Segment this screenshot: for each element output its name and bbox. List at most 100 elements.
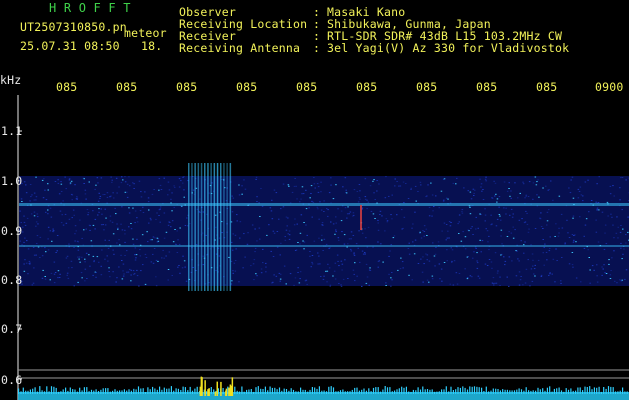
noise-speck	[104, 224, 107, 226]
level-spike	[250, 389, 252, 394]
noise-speck	[99, 195, 102, 197]
noise-speck	[500, 219, 502, 221]
noise-speck	[340, 284, 342, 286]
noise-speck	[178, 243, 181, 245]
noise-speck	[445, 197, 448, 199]
noise-speck	[482, 199, 485, 200]
noise-speck	[133, 273, 135, 275]
level-spike	[619, 390, 621, 394]
level-spike	[558, 387, 560, 394]
noise-speck	[130, 223, 132, 224]
noise-speck	[391, 279, 393, 281]
noise-speck	[393, 235, 396, 237]
noise-speck	[296, 223, 298, 225]
noise-speck	[330, 184, 332, 186]
noise-speck	[335, 229, 337, 231]
noise-speck	[496, 218, 499, 220]
noise-speck	[276, 231, 279, 232]
noise-speck	[572, 241, 575, 243]
noise-speck	[486, 265, 489, 266]
noise-speck	[471, 276, 473, 278]
noise-speck	[534, 275, 536, 277]
noise-speck	[124, 233, 126, 235]
meteor-streak	[226, 163, 228, 291]
noise-speck	[494, 195, 496, 197]
noise-speck	[39, 257, 41, 258]
level-spike	[53, 386, 55, 394]
level-spike	[32, 388, 34, 394]
noise-speck	[334, 278, 337, 280]
noise-speck	[518, 271, 521, 273]
noise-speck	[447, 198, 449, 200]
level-spike	[523, 390, 525, 394]
noise-speck	[485, 228, 487, 230]
noise-speck	[275, 192, 278, 194]
noise-speck	[107, 247, 110, 249]
noise-speck	[77, 256, 79, 258]
level-spike	[417, 387, 419, 394]
noise-speck	[597, 241, 600, 243]
noise-speck	[474, 189, 476, 191]
noise-speck	[388, 255, 390, 257]
noise-speck	[425, 228, 428, 230]
noise-speck	[601, 274, 603, 276]
noise-speck	[29, 184, 32, 185]
noise-speck	[391, 194, 393, 196]
noise-speck	[294, 250, 297, 251]
noise-speck	[265, 266, 267, 268]
noise-speck	[350, 231, 353, 233]
noise-speck	[255, 176, 258, 178]
noise-speck	[423, 225, 426, 227]
level-spike	[79, 387, 81, 394]
level-spike	[290, 388, 292, 394]
noise-speck	[312, 201, 315, 203]
noise-speck	[458, 221, 460, 223]
noise-speck	[577, 197, 580, 199]
level-spike	[123, 389, 125, 394]
noise-speck	[330, 177, 332, 179]
noise-speck	[396, 214, 398, 216]
level-spike	[476, 386, 478, 394]
noise-speck	[543, 264, 545, 266]
noise-speck	[609, 274, 612, 276]
noise-speck	[36, 235, 39, 237]
level-spike	[577, 387, 579, 394]
noise-speck	[491, 267, 493, 269]
noise-speck	[548, 250, 551, 252]
noise-speck	[301, 193, 303, 195]
noise-speck	[86, 209, 89, 210]
noise-speck	[427, 184, 429, 186]
noise-speck	[527, 259, 529, 261]
noise-speck	[231, 280, 233, 282]
level-spike	[58, 391, 60, 394]
noise-speck	[491, 197, 493, 199]
noise-speck	[101, 249, 103, 251]
level-spike	[596, 387, 598, 394]
noise-speck	[124, 181, 127, 183]
level-spike	[60, 391, 62, 394]
noise-speck	[156, 237, 159, 239]
noise-speck	[382, 261, 384, 263]
noise-speck	[168, 251, 171, 253]
noise-speck	[587, 179, 589, 181]
level-spike	[433, 391, 436, 394]
noise-speck	[269, 207, 272, 209]
noise-speck	[51, 240, 53, 242]
level-spike	[20, 391, 22, 394]
noise-speck	[516, 250, 518, 252]
level-spike	[382, 389, 384, 394]
noise-speck	[244, 256, 246, 258]
noise-speck	[78, 256, 81, 258]
level-spike	[50, 386, 53, 394]
noise-speck	[165, 255, 167, 257]
noise-speck	[322, 224, 324, 226]
level-spike	[65, 387, 67, 394]
noise-speck	[76, 196, 78, 198]
datetime-label: 25.07.31 08:50	[20, 39, 120, 53]
noise-speck	[620, 247, 622, 249]
noise-speck	[477, 275, 480, 277]
noise-speck	[401, 228, 403, 230]
noise-speck	[47, 226, 50, 228]
noise-speck	[21, 201, 23, 202]
noise-speck	[102, 224, 104, 226]
